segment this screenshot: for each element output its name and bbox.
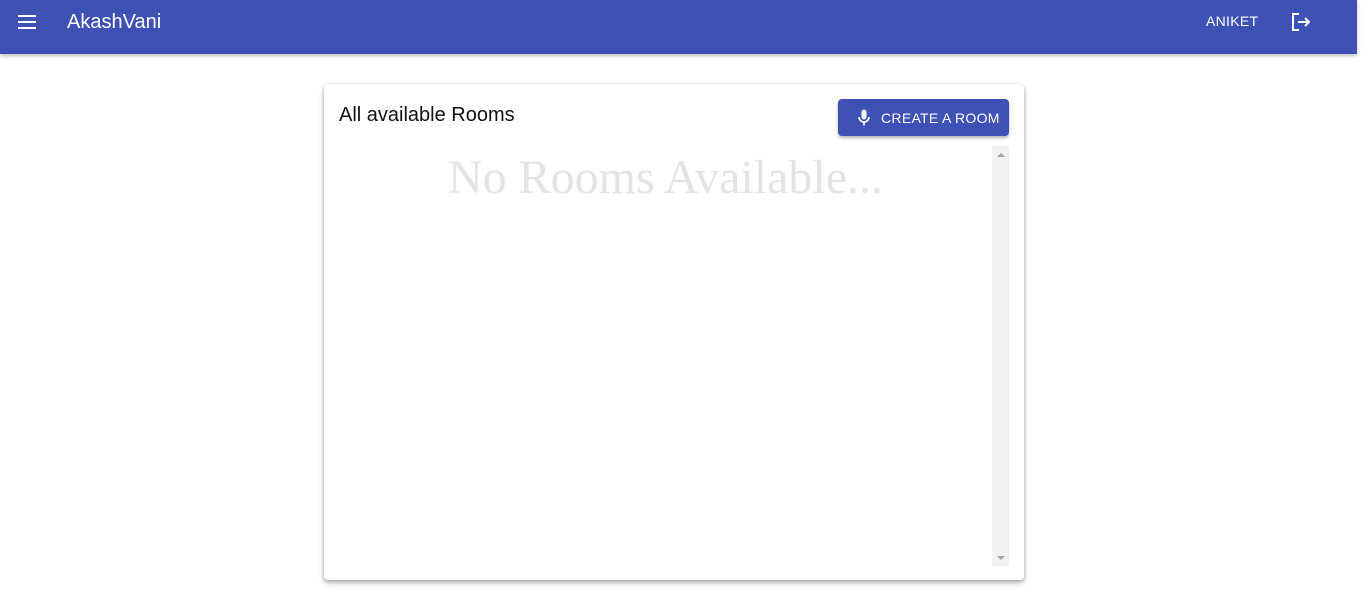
rooms-scrollbar[interactable] — [992, 146, 1009, 566]
rooms-card-title: All available Rooms — [339, 104, 515, 126]
scroll-down-arrow[interactable] — [992, 549, 1009, 566]
rooms-list[interactable]: No Rooms Available... — [339, 146, 1009, 566]
caret-down-icon — [996, 555, 1005, 560]
create-room-button[interactable]: CREATE A ROOM — [838, 99, 1009, 136]
user-account-button[interactable]: ANIKET — [1196, 6, 1268, 36]
mic-icon — [856, 109, 872, 127]
create-room-label: CREATE A ROOM — [881, 109, 1000, 126]
logout-button[interactable] — [1286, 7, 1316, 37]
app-bar: AkashVani ANIKET — [0, 0, 1357, 54]
scroll-up-arrow[interactable] — [992, 146, 1009, 163]
caret-up-icon — [996, 152, 1005, 157]
menu-button[interactable] — [13, 8, 41, 36]
app-title: AkashVani — [67, 11, 162, 33]
menu-icon — [18, 15, 36, 29]
empty-rooms-message: No Rooms Available... — [447, 151, 884, 204]
rooms-card: All available Rooms CREATE A ROOM No Roo… — [324, 84, 1024, 580]
logout-icon — [1292, 13, 1311, 31]
